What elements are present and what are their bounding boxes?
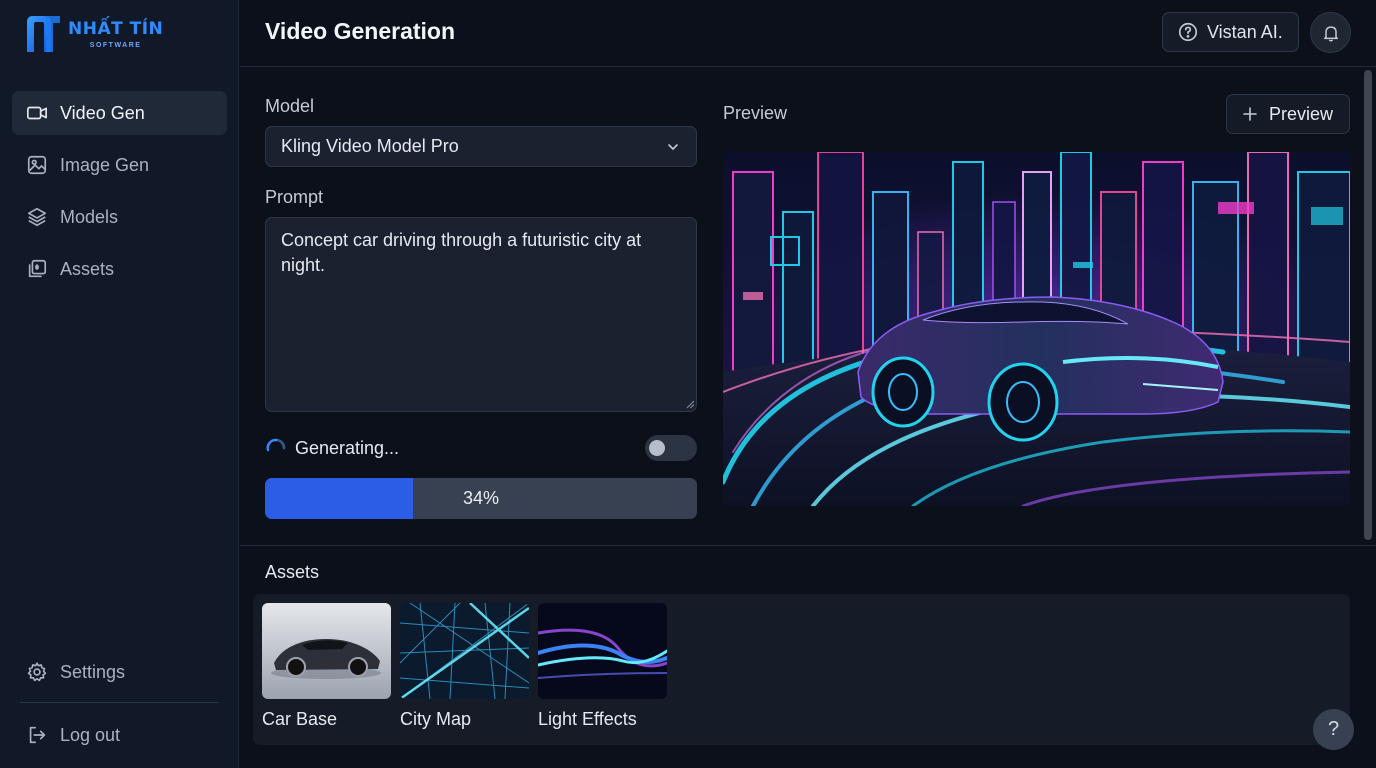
logout-label: Log out (60, 724, 121, 745)
preview-label: Preview (723, 103, 788, 123)
assets-icon (26, 258, 48, 280)
prompt-label: Prompt (265, 187, 324, 207)
user-name: Vistan AI. (1207, 21, 1283, 42)
sidebar-item-label: Models (60, 206, 119, 227)
plus-icon (1243, 107, 1257, 121)
settings-label: Settings (60, 661, 126, 682)
resize-handle-icon[interactable] (686, 400, 695, 409)
asset-thumbnail (538, 603, 667, 699)
sidebar-divider (20, 702, 219, 703)
asset-card-light-effects[interactable]: Light Effects (538, 603, 667, 730)
prompt-input[interactable]: Concept car driving through a futuristic… (265, 217, 697, 412)
top-header: Video Generation Vistan AI. (240, 0, 1376, 67)
brand-logo-mark (27, 16, 60, 52)
bell-icon (1323, 25, 1338, 41)
sidebar-nav: Video Gen Image Gen Models Assets (12, 91, 227, 299)
main-scrollbar[interactable] (1364, 70, 1372, 540)
image-icon (26, 154, 48, 176)
model-select-value: Kling Video Model Pro (281, 136, 459, 156)
sidebar-item-label: Image Gen (60, 154, 150, 175)
generation-status-row: Generating... (265, 433, 697, 463)
page-title: Video Generation (265, 18, 456, 44)
generation-toggle[interactable] (645, 435, 697, 461)
progress-bar: 34% (265, 478, 697, 519)
brand-tagline: SOFTWARE (89, 42, 142, 49)
asset-card-car-base[interactable]: Car Base (262, 603, 391, 730)
gear-icon (26, 661, 48, 683)
asset-card-city-map[interactable]: City Map (400, 603, 529, 730)
logout-icon (26, 724, 48, 746)
sidebar-item-settings[interactable]: Settings (12, 650, 227, 694)
generation-status-text: Generating... (295, 437, 400, 458)
sidebar-item-video-gen[interactable]: Video Gen (12, 91, 227, 135)
progress-percent: 34% (462, 488, 500, 508)
layers-icon (26, 206, 48, 228)
asset-thumbnail (262, 603, 391, 699)
asset-thumbnail (400, 603, 529, 699)
assets-divider (240, 545, 1376, 546)
toggle-knob (649, 440, 665, 456)
notifications-button[interactable] (1310, 12, 1351, 53)
help-button[interactable]: ? (1313, 709, 1354, 750)
sidebar-item-image-gen[interactable]: Image Gen (12, 143, 227, 187)
sidebar-item-assets[interactable]: Assets (12, 247, 227, 291)
preview-button-label: Preview (1269, 103, 1334, 124)
preview-button[interactable]: Preview (1226, 94, 1350, 134)
assets-panel: Car Base City Map Light Effects (253, 594, 1350, 745)
help-circle-icon (1178, 22, 1198, 42)
sidebar-footer: Settings Log out (12, 650, 227, 765)
model-label: Model (265, 96, 315, 116)
assets-title: Assets (265, 562, 320, 582)
sidebar-item-models[interactable]: Models (12, 195, 227, 239)
chevron-down-icon (668, 144, 678, 151)
video-preview-image[interactable] (723, 152, 1350, 506)
sidebar: NHẤT TÍN SOFTWARE Video Gen Image Gen Mo… (0, 0, 239, 768)
asset-name: Light Effects (538, 709, 637, 729)
sidebar-item-label: Video Gen (60, 102, 145, 123)
video-camera-icon (26, 102, 48, 124)
brand-logo[interactable]: NHẤT TÍN SOFTWARE (24, 14, 163, 54)
logout-button[interactable]: Log out (12, 713, 227, 757)
brand-name: NHẤT TÍN (68, 19, 164, 39)
user-account-button[interactable]: Vistan AI. (1162, 12, 1299, 52)
model-select[interactable]: Kling Video Model Pro (265, 126, 697, 167)
spinner-icon (266, 438, 286, 452)
asset-name: City Map (400, 709, 472, 729)
sidebar-item-label: Assets (60, 258, 115, 279)
asset-name: Car Base (262, 709, 338, 729)
app-root: NHẤT TÍN SOFTWARE Video Gen Image Gen Mo… (0, 0, 1376, 768)
